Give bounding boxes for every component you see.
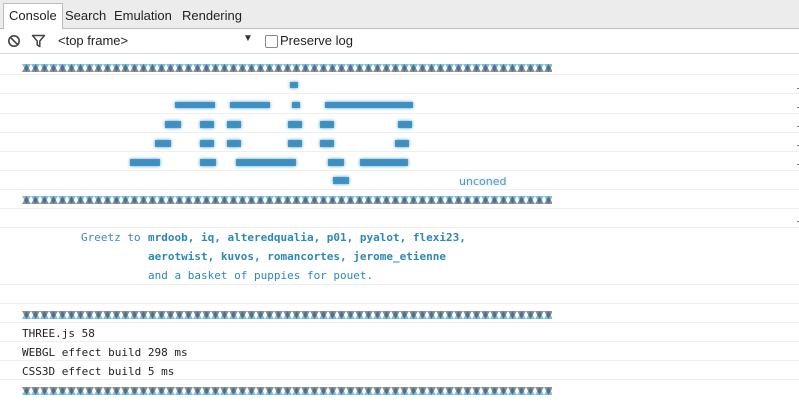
tab-emulation[interactable]: Emulation <box>109 4 177 28</box>
console-log-line: WEBGL effect build 298 ms <box>22 346 188 359</box>
greetz-line-1: mrdoob, iq, alteredqualia, p01, pyalot, … <box>148 231 466 244</box>
zigzag-banner-lower <box>22 311 552 320</box>
row-divider <box>0 208 799 209</box>
frame-selector[interactable]: <top frame> <box>58 33 128 48</box>
zigzag-banner-bottom <box>22 387 552 396</box>
row-divider <box>0 284 799 285</box>
zigzag-banner-top <box>22 64 552 73</box>
zigzag-banner-middle <box>22 196 552 205</box>
tab-console[interactable]: Console <box>3 3 63 29</box>
row-divider <box>0 379 799 380</box>
row-divider <box>0 227 799 228</box>
greetz-line-3: and a basket of puppies for pouet. <box>148 269 374 282</box>
filter-icon[interactable] <box>31 34 46 48</box>
greetz-label: Greetz to <box>81 231 141 244</box>
chevron-down-icon[interactable]: ▼ <box>243 33 253 44</box>
console-log-line: THREE.js 58 <box>22 327 95 340</box>
row-divider <box>0 303 799 304</box>
tab-rendering[interactable]: Rendering <box>177 4 247 28</box>
preserve-log-checkbox[interactable] <box>265 35 278 48</box>
row-divider <box>0 322 799 323</box>
preserve-log-label[interactable]: Preserve log <box>280 33 353 48</box>
row-divider <box>0 341 799 342</box>
logo-credit: unconed <box>459 175 507 188</box>
row-divider <box>0 360 799 361</box>
devtools-tab-bar: Console Search Emulation Rendering <box>0 0 799 29</box>
tab-search[interactable]: Search <box>60 4 111 28</box>
greetz-line-2: aerotwist, kuvos, romancortes, jerome_et… <box>148 250 447 263</box>
clear-console-icon[interactable] <box>7 34 21 48</box>
acko-logo-art <box>130 82 413 184</box>
console-output: unconed Greetz to mrdoob, iq, alteredqua… <box>0 55 799 410</box>
console-toolbar: <top frame> ▼ Preserve log <box>0 29 799 54</box>
console-log-line: CSS3D effect build 5 ms <box>22 365 175 378</box>
